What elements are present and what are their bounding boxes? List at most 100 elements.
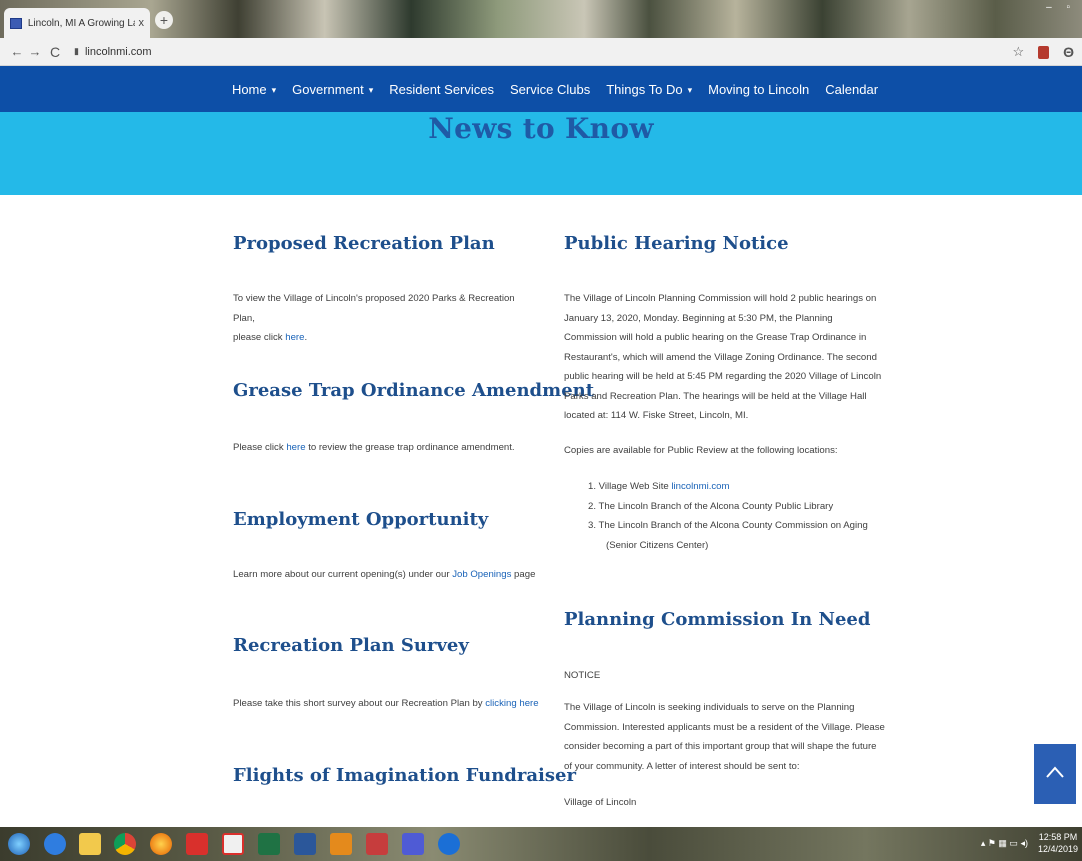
nav-item-things-to-do[interactable]: Things To Do ▾ — [606, 82, 692, 97]
page-title: News to Know — [428, 112, 654, 145]
copies-intro: Copies are available for Public Review a… — [564, 445, 838, 456]
clock-date: 12/4/2019 — [1037, 844, 1078, 854]
nav-item-label: Home — [231, 81, 267, 97]
grease-trap-text: Please click here to review the grease t… — [233, 438, 515, 458]
planning-commission-heading: Planning Commission In Need — [564, 609, 871, 630]
url-text[interactable]: lincolnmi.com — [85, 46, 152, 58]
bookmark-star-icon[interactable]: ☆ — [1012, 44, 1024, 60]
address-line: Village of Lincoln — [564, 797, 637, 808]
planning-commission-text-line: Commission. Interested applicants must b… — [564, 721, 885, 733]
flights-heading: Flights of Imagination Fundraiser — [233, 765, 576, 786]
chevron-down-icon: ▾ — [368, 84, 374, 95]
system-clock[interactable]: 12:58 PM 12/4/2019 — [1038, 831, 1078, 855]
public-hearing-text: The Village of Lincoln Planning Commissi… — [564, 289, 881, 426]
firefox-icon[interactable] — [150, 833, 172, 855]
nav-item-label: Things To Do — [606, 81, 683, 97]
outlook-icon[interactable] — [330, 833, 352, 855]
grease-trap-text-after: to review the grease trap ordinance amen… — [305, 442, 515, 453]
copies-item1-text: 1. Village Web Site — [588, 481, 672, 492]
planning-commission-text-line: of your community. A letter of interest … — [564, 760, 800, 772]
scroll-to-top-button[interactable] — [1034, 744, 1076, 804]
pdf-extension-icon[interactable] — [1038, 45, 1050, 59]
word-icon[interactable] — [294, 833, 316, 855]
nav-item-service-clubs[interactable]: Service Clubs — [510, 82, 590, 97]
nav-item-calendar[interactable]: Calendar — [825, 82, 878, 97]
excel-icon[interactable] — [258, 833, 280, 855]
nav-item-resident-services[interactable]: Resident Services — [389, 82, 494, 97]
planning-commission-text-line: consider becoming a part of this importa… — [564, 741, 877, 752]
recreation-plan-text-line1: To view the Village of Lincoln's propose… — [233, 293, 515, 324]
list-item: 1. Village Web Site lincolnmi.com — [580, 477, 880, 497]
employment-text-after: page — [511, 569, 536, 580]
internet-explorer-icon[interactable] — [44, 833, 66, 855]
tab-close-icon[interactable]: x — [139, 17, 145, 29]
list-item: 3. The Lincoln Branch of the Alcona Coun… — [580, 516, 880, 555]
survey-text: Please take this short survey about our … — [233, 694, 539, 714]
public-hearing-text-line: located at: 114 W. Fiske Street, Lincoln… — [564, 410, 749, 421]
recreation-plan-heading: Proposed Recreation Plan — [233, 233, 495, 254]
update-icon[interactable] — [438, 833, 460, 855]
os-taskbar: ▴ ⚑ ▦ ▭ ◂) 12:58 PM 12/4/2019 — [0, 827, 1082, 861]
public-hearing-text-line: Commission will hold a public hearing on… — [564, 332, 867, 343]
new-tab-button[interactable]: + — [155, 11, 173, 29]
pdf-reader-icon[interactable] — [222, 833, 244, 855]
recreation-plan-text-after: . — [304, 332, 308, 343]
lincolnmi-link[interactable]: lincolnmi.com — [671, 481, 729, 492]
clock-time: 12:58 PM — [1038, 832, 1078, 842]
browser-toolbar-right: ☆ Θ — [1012, 44, 1074, 60]
chevron-down-icon: ▾ — [271, 84, 277, 95]
planning-commission-text-line: The Village of Lincoln is seeking indivi… — [564, 702, 855, 713]
tray-icons[interactable]: ▴ ⚑ ▦ ▭ ◂) — [981, 838, 1028, 849]
profile-icon[interactable]: Θ — [1063, 44, 1074, 60]
main-navigation: Home ▾ Government ▾ Resident Services Service… — [0, 66, 1082, 112]
nav-item-label: Service Clubs — [510, 81, 591, 97]
file-explorer-icon[interactable] — [79, 833, 101, 855]
reload-icon[interactable]: C — [46, 44, 64, 60]
grease-trap-heading: Grease Trap Ordinance Amendment — [233, 380, 595, 401]
tab-title: Lincoln, MI A Growing Lake Side — [27, 17, 135, 29]
main-content: Proposed Recreation Plan To view the Vil… — [0, 195, 1082, 827]
public-hearing-text-line: The Village of Lincoln Planning Commissi… — [564, 293, 877, 304]
employment-text: Learn more about our current opening(s) … — [233, 565, 535, 585]
survey-link[interactable]: clicking here — [485, 698, 538, 709]
browser-tab-strip: Lincoln, MI A Growing Lake Side x + – ▫ — [0, 0, 1082, 38]
recreation-plan-link[interactable]: here — [285, 332, 304, 343]
nav-menu: Home ▾ Government ▾ Resident Services Service… — [232, 82, 878, 97]
copies-item3-text: 3. The Lincoln Branch of the Alcona Coun… — [588, 520, 868, 531]
nav-item-label: Moving to Lincoln — [708, 81, 810, 97]
nav-item-label: Resident Services — [389, 81, 495, 97]
copies-item3-continued: (Senior Citizens Center) — [606, 539, 709, 551]
public-hearing-text-line: January 13, 2020, Monday. Beginning at 5… — [564, 312, 833, 324]
info-icon[interactable]: ▮ — [74, 46, 79, 57]
employment-heading: Employment Opportunity — [233, 509, 489, 530]
copies-list: 1. Village Web Site lincolnmi.com 2. The… — [580, 477, 880, 555]
chevron-up-icon — [1046, 766, 1064, 778]
browser-tab[interactable]: Lincoln, MI A Growing Lake Side x — [4, 8, 150, 38]
employment-text-before: Learn more about our current opening(s) … — [233, 569, 453, 580]
survey-text-before: Please take this short survey about our … — [233, 698, 486, 709]
site-favicon-icon — [10, 17, 22, 29]
notice-label: NOTICE — [564, 670, 601, 681]
window-controls[interactable]: – ▫ — [1046, 2, 1076, 13]
public-hearing-text-line: public hearing will be held at 5:45 PM r… — [564, 371, 882, 382]
media-player-icon[interactable] — [402, 833, 424, 855]
system-tray: ▴ ⚑ ▦ ▭ ◂) 12:58 PM 12/4/2019 — [981, 831, 1078, 855]
public-hearing-text-line: Parks and Recreation Plan. The hearings … — [564, 390, 867, 402]
recreation-plan-text: To view the Village of Lincoln's propose… — [233, 289, 533, 348]
start-button-icon[interactable] — [8, 833, 30, 855]
page-hero-banner: News to Know — [0, 112, 1082, 195]
back-arrow-icon[interactable]: ← — [8, 44, 26, 59]
chrome-icon[interactable] — [114, 833, 136, 855]
forward-arrow-icon[interactable]: → — [26, 44, 44, 59]
url-field[interactable]: ▮ lincolnmi.com — [74, 46, 152, 58]
grease-trap-link[interactable]: here — [286, 442, 305, 453]
recreation-plan-text-line2: please click — [233, 332, 286, 343]
nav-item-government[interactable]: Government ▾ — [292, 82, 373, 97]
paint-icon[interactable] — [366, 833, 388, 855]
address-bar: ← → C ▮ lincolnmi.com ☆ Θ — [0, 38, 1082, 66]
grease-trap-text-before: Please click — [233, 442, 287, 453]
acrobat-icon[interactable] — [186, 833, 208, 855]
job-openings-link[interactable]: Job Openings — [452, 569, 511, 580]
nav-item-home[interactable]: Home ▾ — [232, 82, 276, 97]
nav-item-moving-to-lincoln[interactable]: Moving to Lincoln — [708, 82, 809, 97]
